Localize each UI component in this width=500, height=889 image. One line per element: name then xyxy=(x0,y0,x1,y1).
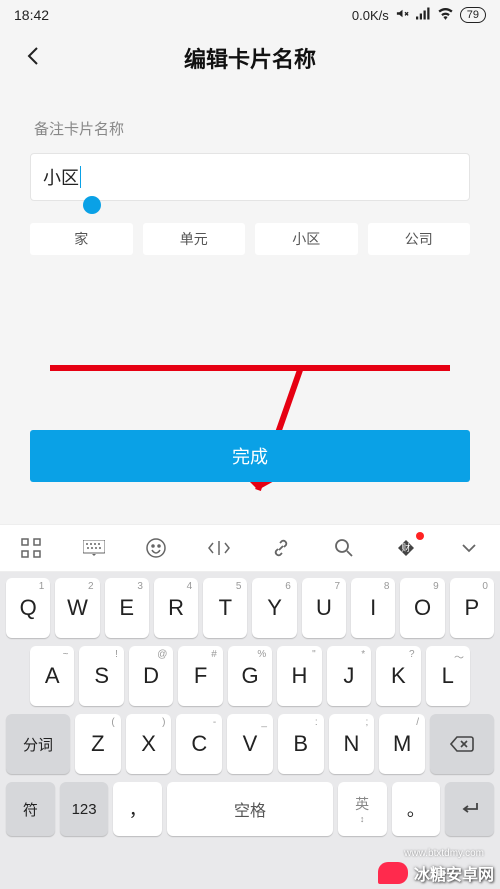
key-row-1: Q1W2E3R4T5Y6U7I8O9P0 xyxy=(4,578,496,638)
key-d[interactable]: D@ xyxy=(129,646,173,706)
key-i[interactable]: I8 xyxy=(351,578,395,638)
key-v[interactable]: V_ xyxy=(227,714,273,774)
ime-search-icon[interactable] xyxy=(326,530,362,566)
key-numeric[interactable]: 123 xyxy=(60,782,109,836)
key-b[interactable]: B: xyxy=(278,714,324,774)
notification-dot-icon xyxy=(416,532,424,540)
chip-home[interactable]: 家 xyxy=(30,223,133,255)
soft-keyboard: Q1W2E3R4T5Y6U7I8O9P0 A~S!D@F#G%H"J*K?L～ … xyxy=(0,572,500,889)
field-label: 备注卡片名称 xyxy=(0,100,500,153)
key-u[interactable]: U7 xyxy=(302,578,346,638)
key-m[interactable]: M/ xyxy=(379,714,425,774)
key-symbol[interactable]: 符 xyxy=(6,782,55,836)
suggestion-chips: 家 单元 小区 公司 xyxy=(30,223,470,255)
key-backspace[interactable] xyxy=(430,714,494,774)
card-name-input[interactable]: 小区 xyxy=(30,153,470,201)
mute-icon xyxy=(395,6,410,24)
key-w[interactable]: W2 xyxy=(55,578,99,638)
ime-diamond-icon[interactable]: 财 xyxy=(388,530,424,566)
chip-community[interactable]: 小区 xyxy=(255,223,358,255)
signal-icon xyxy=(416,7,431,23)
key-f[interactable]: F# xyxy=(178,646,222,706)
key-c[interactable]: C- xyxy=(176,714,222,774)
key-x[interactable]: X) xyxy=(126,714,172,774)
ime-keyboard-icon[interactable] xyxy=(76,530,112,566)
chip-company[interactable]: 公司 xyxy=(368,223,471,255)
key-o[interactable]: O9 xyxy=(400,578,444,638)
svg-text:财: 财 xyxy=(402,542,411,553)
key-a[interactable]: A~ xyxy=(30,646,74,706)
chip-unit[interactable]: 单元 xyxy=(143,223,246,255)
ime-expand-icon[interactable] xyxy=(451,530,487,566)
back-button[interactable] xyxy=(22,44,46,68)
app-header: 编辑卡片名称 xyxy=(0,30,500,86)
key-s[interactable]: S! xyxy=(79,646,123,706)
ime-toolbar: 财 xyxy=(0,524,500,572)
key-k[interactable]: K? xyxy=(376,646,420,706)
battery-level: 79 xyxy=(460,7,486,23)
key-row-2: A~S!D@F#G%H"J*K?L～ xyxy=(4,646,496,706)
key-q[interactable]: Q1 xyxy=(6,578,50,638)
key-row-4: 符 123 ， 空格 英↕ 。 xyxy=(4,782,496,836)
key-lang[interactable]: 英↕ xyxy=(338,782,387,836)
status-right: 0.0K/s 79 xyxy=(352,6,486,24)
key-n[interactable]: N; xyxy=(329,714,375,774)
key-h[interactable]: H" xyxy=(277,646,321,706)
key-space[interactable]: 空格 xyxy=(167,782,333,836)
key-g[interactable]: G% xyxy=(228,646,272,706)
page-title: 编辑卡片名称 xyxy=(184,42,316,74)
done-button[interactable]: 完成 xyxy=(30,430,470,482)
key-r[interactable]: R4 xyxy=(154,578,198,638)
key-j[interactable]: J* xyxy=(327,646,371,706)
status-time: 18:42 xyxy=(14,7,49,23)
text-cursor xyxy=(80,166,81,188)
ime-emoji-icon[interactable] xyxy=(138,530,174,566)
status-bar: 18:42 0.0K/s 79 xyxy=(0,0,500,30)
key-segment[interactable]: 分词 xyxy=(6,714,70,774)
key-enter[interactable] xyxy=(445,782,494,836)
key-z[interactable]: Z( xyxy=(75,714,121,774)
key-y[interactable]: Y6 xyxy=(252,578,296,638)
wifi-icon xyxy=(437,7,454,23)
key-t[interactable]: T5 xyxy=(203,578,247,638)
cursor-handle-icon[interactable] xyxy=(83,196,101,214)
key-row-3: 分词Z(X)C-V_B:N;M/ xyxy=(4,714,496,774)
key-comma[interactable]: ， xyxy=(113,782,162,836)
ime-link-icon[interactable] xyxy=(263,530,299,566)
key-p[interactable]: P0 xyxy=(450,578,494,638)
input-value: 小区 xyxy=(43,164,79,190)
ime-grid-icon[interactable] xyxy=(13,530,49,566)
key-period[interactable]: 。 xyxy=(392,782,441,836)
key-l[interactable]: L～ xyxy=(426,646,470,706)
status-net-speed: 0.0K/s xyxy=(352,8,389,23)
key-e[interactable]: E3 xyxy=(105,578,149,638)
ime-cursor-move-icon[interactable] xyxy=(201,530,237,566)
